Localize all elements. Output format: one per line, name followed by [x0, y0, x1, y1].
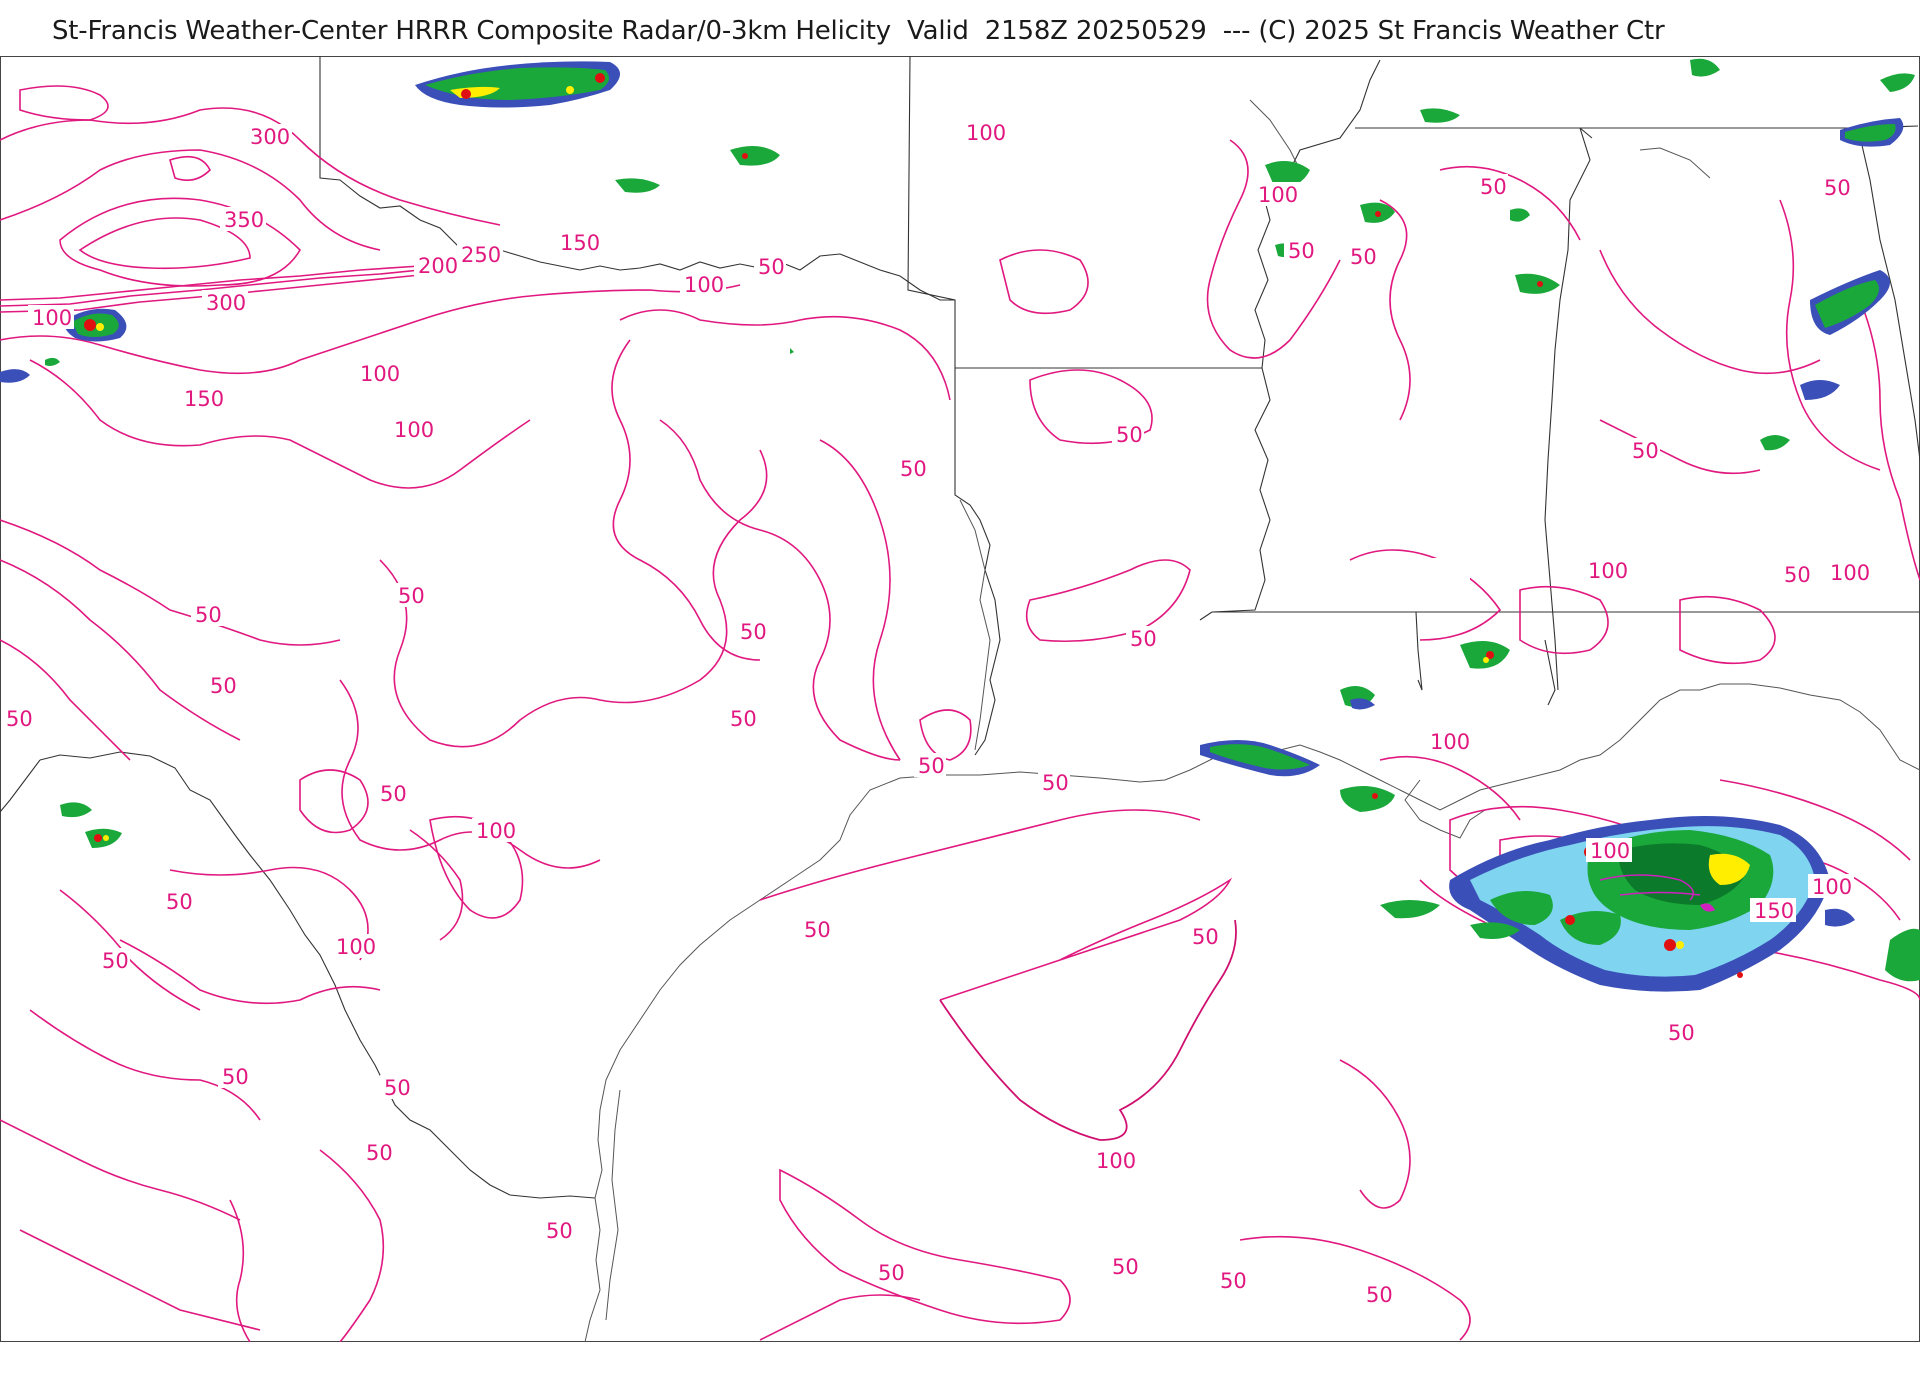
radar-cell-southwest — [60, 802, 122, 848]
radar-cells-tx-north — [615, 146, 794, 354]
contour-label-100: 100 — [360, 362, 400, 386]
contour-label-350: 350 — [224, 208, 264, 232]
contour-label-50: 50 — [1784, 563, 1811, 587]
contour-label-100: 100 — [1812, 875, 1852, 899]
contour-label-300: 300 — [206, 291, 246, 315]
contour-label-100: 100 — [1096, 1149, 1136, 1173]
contour-label-50: 50 — [195, 603, 222, 627]
contour-label-300: 300 — [250, 125, 290, 149]
contour-label-250: 250 — [461, 243, 501, 267]
contour-label-50: 50 — [1366, 1283, 1393, 1307]
contour-label-50: 50 — [1130, 627, 1157, 651]
contour-label-100: 100 — [394, 418, 434, 442]
map-title: St-Francis Weather-Center HRRR Composite… — [52, 16, 1665, 46]
contour-label-100: 100 — [1590, 839, 1630, 863]
contour-label-100: 100 — [336, 935, 376, 959]
contour-label-50: 50 — [1288, 239, 1315, 263]
contour-label-50: 50 — [878, 1261, 905, 1285]
contour-label-100: 100 — [1588, 559, 1628, 583]
contour-label-50: 50 — [730, 707, 757, 731]
contour-label-150: 150 — [560, 231, 600, 255]
contour-label-50: 50 — [1668, 1021, 1695, 1045]
contour-label-50: 50 — [758, 255, 785, 279]
contour-label-50: 50 — [1192, 925, 1219, 949]
contour-label-50: 50 — [6, 707, 33, 731]
radar-cells-la-coast — [1200, 641, 1510, 812]
contour-label-50: 50 — [398, 584, 425, 608]
contour-label-50: 50 — [900, 457, 927, 481]
contour-label-50: 50 — [1480, 175, 1507, 199]
contour-label-100: 100 — [684, 273, 724, 297]
map-border — [0, 56, 1920, 1342]
contour-label-50: 50 — [210, 674, 237, 698]
contour-label-50: 50 — [1116, 423, 1143, 447]
contour-label-50: 50 — [1042, 771, 1069, 795]
contour-label-50: 50 — [166, 890, 193, 914]
contour-label-50: 50 — [222, 1065, 249, 1089]
weather-map: 300 350 300 200 250 150 100 50 100 100 1… — [0, 56, 1920, 1342]
contour-label-100: 100 — [32, 306, 72, 330]
contour-label-100: 100 — [476, 819, 516, 843]
contour-label-50: 50 — [740, 620, 767, 644]
contour-label-50: 50 — [102, 949, 129, 973]
contour-label-50: 50 — [1824, 176, 1851, 200]
coastline — [584, 99, 1920, 1342]
contour-label-150: 150 — [184, 387, 224, 411]
contour-label-50: 50 — [1220, 1269, 1247, 1293]
contour-label-50: 50 — [366, 1141, 393, 1165]
contour-label-50: 50 — [1350, 245, 1377, 269]
contour-label-50: 50 — [546, 1219, 573, 1243]
contour-label-50: 50 — [1112, 1255, 1139, 1279]
contour-label-100: 100 — [1430, 730, 1470, 754]
state-borders — [0, 56, 1920, 1199]
contour-label-50: 50 — [918, 754, 945, 778]
contour-label-100: 100 — [1830, 561, 1870, 585]
contour-label-200: 200 — [418, 254, 458, 278]
radar-cell-nw-north — [415, 61, 620, 108]
contour-label-100: 100 — [1258, 183, 1298, 207]
contour-label-150: 150 — [1754, 899, 1794, 923]
contour-label-50: 50 — [384, 1076, 411, 1100]
contour-label-100: 100 — [966, 121, 1006, 145]
helicity-contours — [0, 85, 1920, 1342]
contour-label-50: 50 — [804, 918, 831, 942]
contour-label-50: 50 — [1632, 439, 1659, 463]
contour-label-50: 50 — [380, 782, 407, 806]
